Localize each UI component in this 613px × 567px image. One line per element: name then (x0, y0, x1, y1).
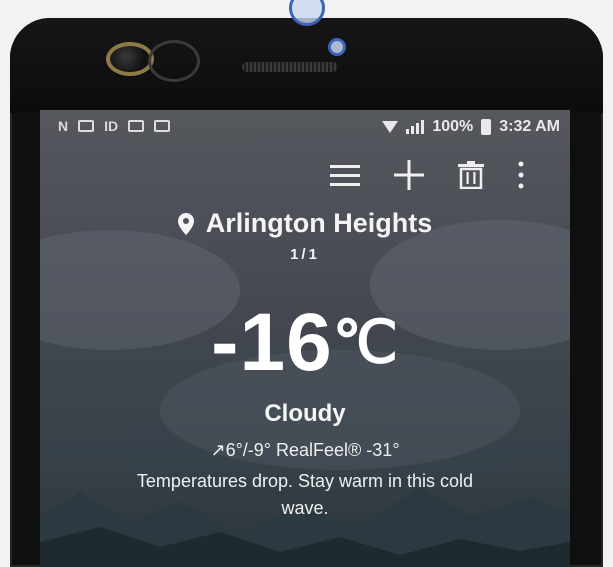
n-notification-icon: N (58, 118, 69, 134)
clock: 3:32 AM (499, 118, 560, 135)
plus-icon[interactable] (394, 160, 424, 190)
system-indicators: 100% 3:32 AM (382, 118, 560, 136)
status-bar: N ID 100% 3:32 AM (40, 110, 570, 146)
temperature-range: ↗6°/-9° RealFeel® -31° (40, 440, 570, 461)
id-notification-icon: ID (104, 118, 119, 134)
trash-icon[interactable] (458, 161, 484, 189)
phone-bezel-top (10, 18, 603, 113)
front-camera (106, 42, 154, 76)
battery-icon (481, 119, 492, 135)
temperature-value: -16 (211, 297, 333, 388)
hamburger-menu-icon[interactable] (330, 163, 360, 187)
weather-advisory: Temperatures drop. Stay warm in this col… (136, 471, 474, 518)
realfeel-temp: RealFeel® -31° (276, 440, 400, 460)
signal-icon (406, 120, 425, 134)
city-name: Arlington Heights (205, 208, 433, 238)
weather-condition: Cloudy (264, 400, 346, 427)
hi-lo-temps: 6°/-9° (225, 440, 271, 460)
wifi-icon (382, 121, 399, 133)
camera-sensor (148, 40, 200, 82)
weather-screen: N ID 100% 3:32 AM Arlington Heights 1/1 … (40, 110, 570, 567)
location-header: Arlington Heights 1/1 (40, 208, 570, 263)
earpiece-speaker (242, 62, 338, 72)
location-pin-icon (177, 212, 194, 235)
notification-icons: N ID (58, 118, 171, 134)
image-notification-icon (154, 120, 171, 132)
message-notification-icon (128, 120, 145, 132)
current-temperature: -16℃ (40, 296, 570, 390)
touch-point-dot (328, 38, 346, 56)
gallery-notification-icon (78, 120, 95, 132)
arrow-icon: ↗ (210, 440, 226, 460)
location-page-indicator: 1/1 (290, 245, 320, 263)
vertical-dots-icon[interactable] (518, 161, 524, 189)
battery-percent: 100% (432, 118, 474, 135)
top-toolbar (330, 160, 524, 190)
location-selector[interactable]: Arlington Heights (177, 208, 433, 239)
temperature-unit: ℃ (332, 310, 399, 375)
